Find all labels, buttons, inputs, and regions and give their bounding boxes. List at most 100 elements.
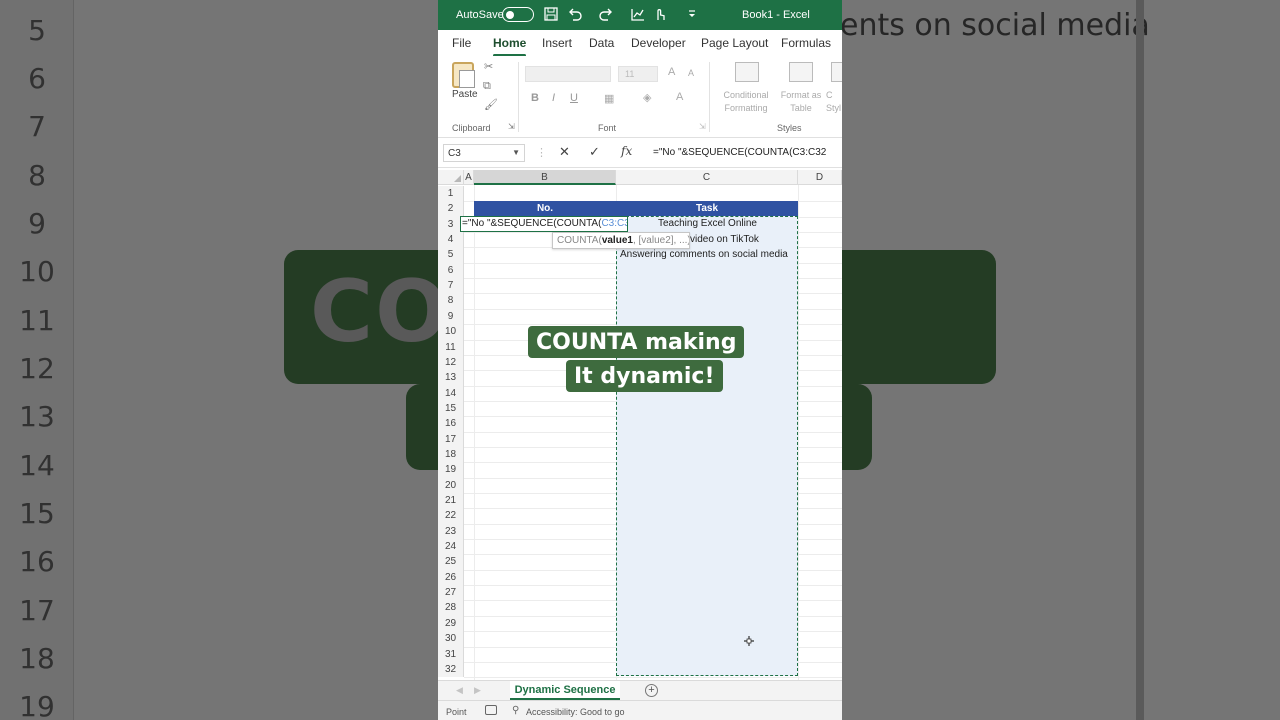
format-as-table-button[interactable]: Format as Table [778,89,824,115]
row-header[interactable]: 23 [438,523,464,540]
row-header[interactable]: 22 [438,508,464,524]
row-header[interactable]: 30 [438,631,464,647]
scroll-left-icon[interactable]: ◀ [456,685,463,696]
row-header[interactable]: 1 [438,186,464,202]
gridline [464,677,842,679]
column-header-c[interactable]: C [616,170,798,185]
chevron-down-icon[interactable]: ▼ [512,148,520,157]
row-header[interactable]: 32 [438,661,464,678]
row-header[interactable]: 14 [438,385,464,401]
accessibility-icon[interactable]: ⚲ [512,705,519,716]
conditional-formatting-button[interactable]: Conditional Formatting [718,89,774,115]
row-header[interactable]: 19 [438,462,464,478]
row-header[interactable]: 9 [438,308,464,325]
fill-color-icon[interactable]: ◈ [643,91,651,104]
paste-icon[interactable] [452,62,475,88]
row-header[interactable]: 28 [438,600,464,616]
autosave-toggle[interactable] [502,7,534,22]
task-cell[interactable]: Answering comments on social media [620,249,788,260]
tab-developer[interactable]: Developer [631,36,686,50]
row-header[interactable]: 16 [438,416,464,432]
row-header[interactable]: 24 [438,539,464,555]
row-header[interactable]: 20 [438,477,464,494]
row-header[interactable]: 8 [438,293,464,309]
redo-icon[interactable] [598,6,614,22]
macro-record-icon[interactable] [485,705,497,715]
paste-button[interactable]: Paste [452,89,478,100]
tab-insert[interactable]: Insert [542,36,572,50]
save-icon[interactable] [543,6,559,22]
tab-data[interactable]: Data [589,36,614,50]
row-header[interactable]: 11 [438,339,464,355]
underline-button[interactable]: U [570,92,578,104]
column-header-b[interactable]: B [474,170,616,185]
row-header[interactable]: 29 [438,615,464,632]
row-header[interactable]: 26 [438,569,464,586]
font-color-icon[interactable]: A [676,91,683,103]
chart-icon[interactable] [630,6,646,22]
row-header[interactable]: 10 [438,324,464,340]
more-options-icon: ⋮ [536,147,547,159]
task-cell[interactable]: Teaching Excel Online [658,218,757,229]
status-bar: Point ⚲ Accessibility: Good to go [438,700,842,720]
conditional-formatting-icon[interactable] [735,62,759,82]
scroll-right-icon[interactable]: ▶ [474,685,481,696]
sheet-tab-bar: ◀ ▶ Dynamic Sequence + [438,680,842,700]
formula-input[interactable]: ="No "&SEQUENCE(COUNTA(C3:C32 [653,147,826,158]
function-tooltip[interactable]: COUNTA(value1, [value2], ...) [552,232,690,249]
italic-button[interactable]: I [552,92,555,104]
tab-file[interactable]: File [452,36,471,50]
row-header[interactable]: 15 [438,400,464,417]
shrink-font-icon[interactable]: A [688,68,694,78]
clipboard-launcher-icon[interactable]: ⇲ [508,122,515,131]
customize-toolbar-icon[interactable] [684,6,700,22]
borders-icon[interactable]: ▦ [604,92,614,105]
format-as-table-icon[interactable] [789,62,813,82]
font-launcher-icon[interactable]: ⇲ [699,122,706,131]
cell-styles-icon[interactable] [831,62,842,82]
move-cursor-icon [744,636,754,646]
row-header[interactable]: 6 [438,262,464,279]
font-size-box[interactable]: 11 [618,66,658,82]
font-size-value: 11 [625,69,635,79]
touch-mode-icon[interactable] [652,6,668,22]
copy-icon[interactable]: ⧉ [483,80,491,93]
grow-font-icon[interactable]: A [668,66,675,78]
insert-function-icon[interactable]: fx [621,144,632,158]
add-sheet-button[interactable]: + [645,684,658,697]
row-header[interactable]: 17 [438,431,464,447]
row-header[interactable]: 7 [438,278,464,294]
enter-icon[interactable]: ✓ [589,144,600,160]
row-header[interactable]: 18 [438,446,464,463]
row-header[interactable]: 4 [438,232,464,248]
row-header[interactable]: 13 [438,370,464,386]
name-box[interactable]: C3 ▼ [443,144,525,162]
tab-formulas[interactable]: Formulas [781,36,831,50]
row-header[interactable]: 27 [438,585,464,601]
font-name-box[interactable] [525,66,611,82]
header-cell-no[interactable]: No. [474,201,616,216]
accessibility-status[interactable]: Accessibility: Good to go [526,707,625,717]
select-all-corner[interactable] [438,170,464,185]
editing-cell[interactable]: ="No "&SEQUENCE(COUNTA(C3:C32 [460,216,628,232]
bold-button[interactable]: B [531,92,539,104]
column-header-d[interactable]: D [798,170,842,185]
worksheet-grid[interactable]: A B C D 1 2 3 4 5 6 7 8 9 10 11 12 13 14 15 16 17 18 19 20 2… [438,170,842,680]
header-cell-task[interactable]: Task [616,201,798,216]
undo-icon[interactable] [567,6,583,22]
tab-page-layout[interactable]: Page Layout [701,36,768,50]
row-header[interactable]: 2 [438,201,464,217]
row-header[interactable]: 5 [438,247,464,263]
sheet-tab-dynamic-sequence[interactable]: Dynamic Sequence [510,681,620,700]
cut-icon[interactable]: ✂ [484,60,493,73]
column-header-a[interactable]: A [464,170,474,185]
row-header[interactable]: 31 [438,646,464,662]
cell-styles-button[interactable]: C Styl [826,89,842,115]
format-painter-icon[interactable]: 🖌 [484,98,498,111]
task-cell[interactable]: video on TikTok [690,234,759,245]
cancel-icon[interactable]: ✕ [559,144,570,160]
row-header[interactable]: 21 [438,493,464,509]
row-header[interactable]: 12 [438,354,464,371]
tab-home[interactable]: Home [493,36,527,57]
row-header[interactable]: 25 [438,554,464,570]
